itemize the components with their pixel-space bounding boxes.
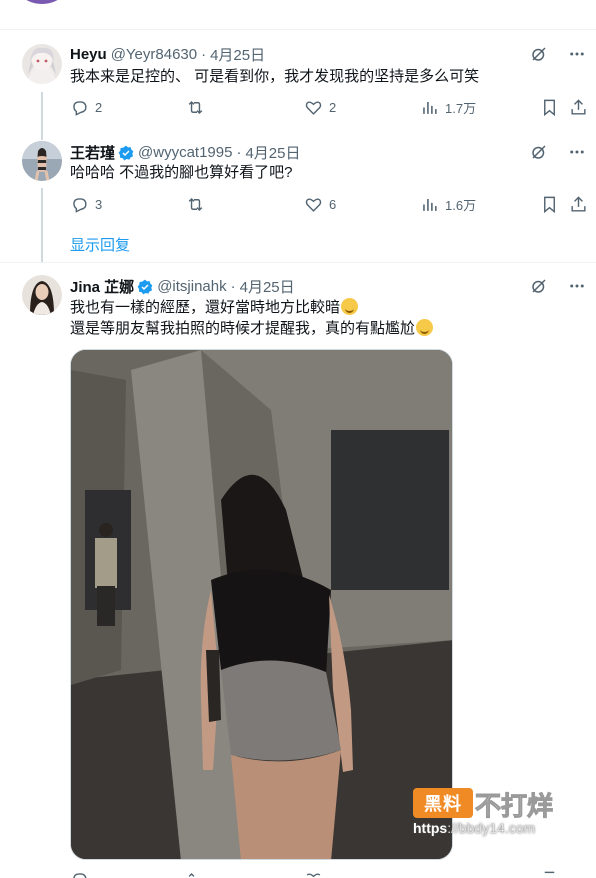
watermark-text: 不打烊	[474, 791, 554, 822]
verified-icon	[137, 279, 153, 294]
tweet-top-actions	[530, 45, 586, 68]
reply-count: 2	[95, 100, 103, 115]
display-name[interactable]: 王若瑾	[70, 142, 115, 163]
avatar[interactable]	[22, 141, 62, 181]
share-button[interactable]	[569, 195, 588, 214]
retweet-button[interactable]	[186, 98, 205, 117]
reply-button[interactable]: 3	[70, 195, 102, 214]
action-bar: 3 6 1.6万	[70, 195, 590, 217]
bookmark-icon	[544, 196, 555, 214]
user-handle[interactable]: @wyycat1995	[138, 144, 232, 161]
action-bar-partial	[70, 870, 590, 878]
thread-dots	[41, 234, 43, 254]
tweet-text-line-2-content: 還是等朋友幫我拍照的時候才提醒我，真的有點尷尬	[70, 320, 416, 337]
display-name[interactable]: Jina 芷娜	[70, 276, 134, 297]
like-button[interactable]: 6	[304, 195, 336, 214]
show-replies-link[interactable]: 显示回复	[70, 234, 130, 255]
separator-dot: ·	[236, 144, 242, 161]
user-handle[interactable]: @itsjinahk	[157, 278, 226, 295]
display-name[interactable]: Heyu	[70, 46, 107, 63]
reply-button[interactable]: 2	[70, 98, 102, 117]
like-icon	[305, 198, 322, 212]
retweet-button[interactable]	[186, 195, 205, 214]
tweet-text: 哈哈哈 不過我的腳也算好看了吧?	[70, 164, 293, 181]
avatar[interactable]	[22, 0, 62, 4]
bookmark-icon	[544, 99, 555, 117]
watermark: 黑料 不打烊 https://bbdy14.com	[413, 786, 573, 842]
views-count: 1.7万	[445, 101, 477, 116]
reply-count: 3	[95, 197, 103, 212]
bookmark-button[interactable]	[540, 98, 559, 117]
tweet-top-actions	[530, 143, 586, 166]
views-icon	[423, 198, 437, 211]
like-button[interactable]: 2	[304, 98, 336, 117]
retweet-icon	[188, 100, 203, 115]
share-button[interactable]	[569, 98, 588, 117]
timestamp[interactable]: 4月25日	[210, 44, 265, 65]
reply-icon[interactable]	[70, 870, 89, 878]
more-icon[interactable]	[568, 45, 586, 68]
views-icon	[423, 101, 437, 114]
reply-icon	[73, 198, 87, 213]
watermark-logo: 黑料	[413, 788, 473, 818]
sad-face-emoji-icon	[341, 298, 359, 315]
timestamp[interactable]: 4月25日	[245, 142, 300, 163]
previous-tweet-stub	[0, 0, 596, 30]
tweet-text: 我本来是足控的、 可是看到你，我才发现我的坚持是多么可笑	[70, 68, 480, 85]
views-button[interactable]: 1.6万	[420, 195, 476, 214]
separator-dot: ·	[230, 278, 236, 295]
action-bar: 2 2 1.7万	[70, 98, 590, 120]
like-count: 6	[329, 197, 337, 212]
tweet-header: Heyu @Yeyr84630 · 4月25日	[70, 44, 265, 65]
avatar[interactable]	[22, 275, 62, 315]
separator-dot: ·	[201, 46, 207, 63]
thread-line	[41, 128, 43, 140]
retweet-icon[interactable]	[186, 870, 205, 878]
watermark-url: https://bbdy14.com	[413, 820, 535, 836]
grok-icon[interactable]	[530, 45, 548, 68]
sweat-smile-emoji-icon	[416, 319, 434, 336]
retweet-icon	[188, 197, 203, 212]
like-count: 2	[329, 100, 337, 115]
reply-tweet-1[interactable]: Heyu @Yeyr84630 · 4月25日 我本来是足控的、 可是看到你，我…	[0, 30, 596, 134]
avatar[interactable]	[22, 44, 62, 84]
tweet-header: Jina 芷娜 @itsjinahk · 4月25日	[70, 276, 295, 297]
tweet-top-actions	[530, 277, 586, 300]
verified-icon	[118, 145, 134, 160]
timestamp[interactable]: 4月25日	[240, 276, 295, 297]
tweet-photo[interactable]	[70, 349, 453, 860]
like-icon	[305, 101, 322, 115]
more-icon[interactable]	[568, 143, 586, 166]
user-handle[interactable]: @Yeyr84630	[111, 46, 197, 63]
grok-icon[interactable]	[530, 277, 548, 300]
share-icon	[571, 196, 586, 212]
bookmark-button[interactable]	[540, 195, 559, 214]
views-count: 1.6万	[445, 198, 477, 213]
tweet-text-line-1-content: 我也有一樣的經歷，還好當時地方比較暗	[70, 299, 341, 316]
views-button[interactable]: 1.7万	[420, 98, 476, 117]
like-icon[interactable]	[304, 870, 323, 878]
more-icon[interactable]	[568, 277, 586, 300]
watermark-url-rest: ://bbdy14.com	[447, 820, 536, 836]
bookmark-icon[interactable]	[540, 870, 559, 878]
tweet-text-line-1: 我也有一樣的經歷，還好當時地方比較暗	[70, 297, 359, 318]
watermark-url-prefix: https	[413, 820, 448, 836]
tweet-text-line-2: 還是等朋友幫我拍照的時候才提醒我，真的有點尷尬	[70, 318, 434, 339]
grok-icon[interactable]	[530, 143, 548, 166]
reply-icon	[73, 101, 87, 116]
tweet-header: 王若瑾 @wyycat1995 · 4月25日	[70, 142, 301, 163]
share-icon	[571, 99, 586, 115]
